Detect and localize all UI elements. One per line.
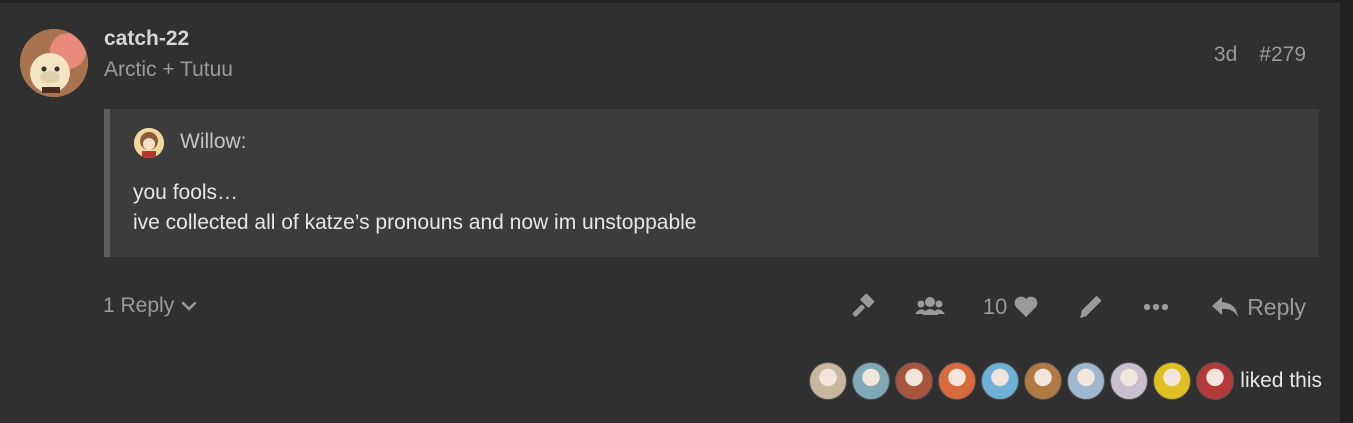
anime-avatar-icon	[20, 29, 88, 97]
liker-avatar[interactable]	[809, 362, 848, 400]
liker-avatar[interactable]	[1196, 362, 1235, 400]
like-button[interactable]: 10	[983, 294, 1039, 320]
quote-line: ive collected all of katze’s pronouns an…	[133, 211, 697, 234]
quote-author-avatar[interactable]	[134, 128, 164, 158]
liker-avatar[interactable]	[981, 362, 1020, 400]
post-age[interactable]: 3d	[1214, 43, 1237, 67]
chevron-down-icon	[182, 301, 197, 311]
replies-label: 1 Reply	[103, 294, 175, 317]
more-button[interactable]	[1143, 303, 1169, 311]
post-panel: catch-22 Arctic + Tutuu 3d #279 Willow: …	[0, 3, 1340, 423]
liker-avatar[interactable]	[1067, 362, 1106, 400]
liker-avatar[interactable]	[1024, 362, 1063, 400]
post-actions: 10 Reply	[849, 289, 1306, 325]
like-count: 10	[982, 294, 1008, 319]
user-title: Arctic + Tutuu	[104, 58, 233, 81]
anime-avatar-icon	[134, 128, 164, 158]
reply-icon	[1212, 297, 1239, 317]
likers-list: liked this	[809, 362, 1322, 400]
reply-button[interactable]: Reply	[1211, 294, 1306, 321]
pencil-icon	[1080, 296, 1102, 318]
liker-avatar[interactable]	[852, 362, 891, 400]
heart-icon	[1014, 296, 1038, 317]
user-avatar[interactable]	[20, 29, 88, 97]
quote-block: Willow: you fools… ive collected all of …	[104, 109, 1319, 257]
liker-avatar[interactable]	[938, 362, 977, 400]
post-number[interactable]: #279	[1259, 43, 1306, 67]
liker-avatars	[809, 362, 1239, 400]
liker-avatar[interactable]	[1153, 362, 1192, 400]
post-meta: 3d #279	[1214, 43, 1306, 67]
liker-avatar[interactable]	[1110, 362, 1149, 400]
more-icon	[1143, 303, 1169, 311]
liked-this-text: liked this	[1240, 369, 1322, 392]
who-liked-button[interactable]	[914, 295, 945, 319]
username[interactable]: catch-22	[104, 27, 189, 51]
hammer-icon	[852, 293, 875, 317]
reply-label: Reply	[1247, 293, 1306, 320]
admin-button[interactable]	[849, 293, 877, 321]
quote-author[interactable]: Willow:	[180, 130, 247, 154]
quote-line: you fools…	[133, 181, 239, 204]
replies-toggle[interactable]: 1 Reply	[103, 294, 198, 318]
liker-avatar[interactable]	[895, 362, 934, 400]
users-icon	[914, 297, 945, 315]
edit-button[interactable]	[1077, 293, 1105, 321]
